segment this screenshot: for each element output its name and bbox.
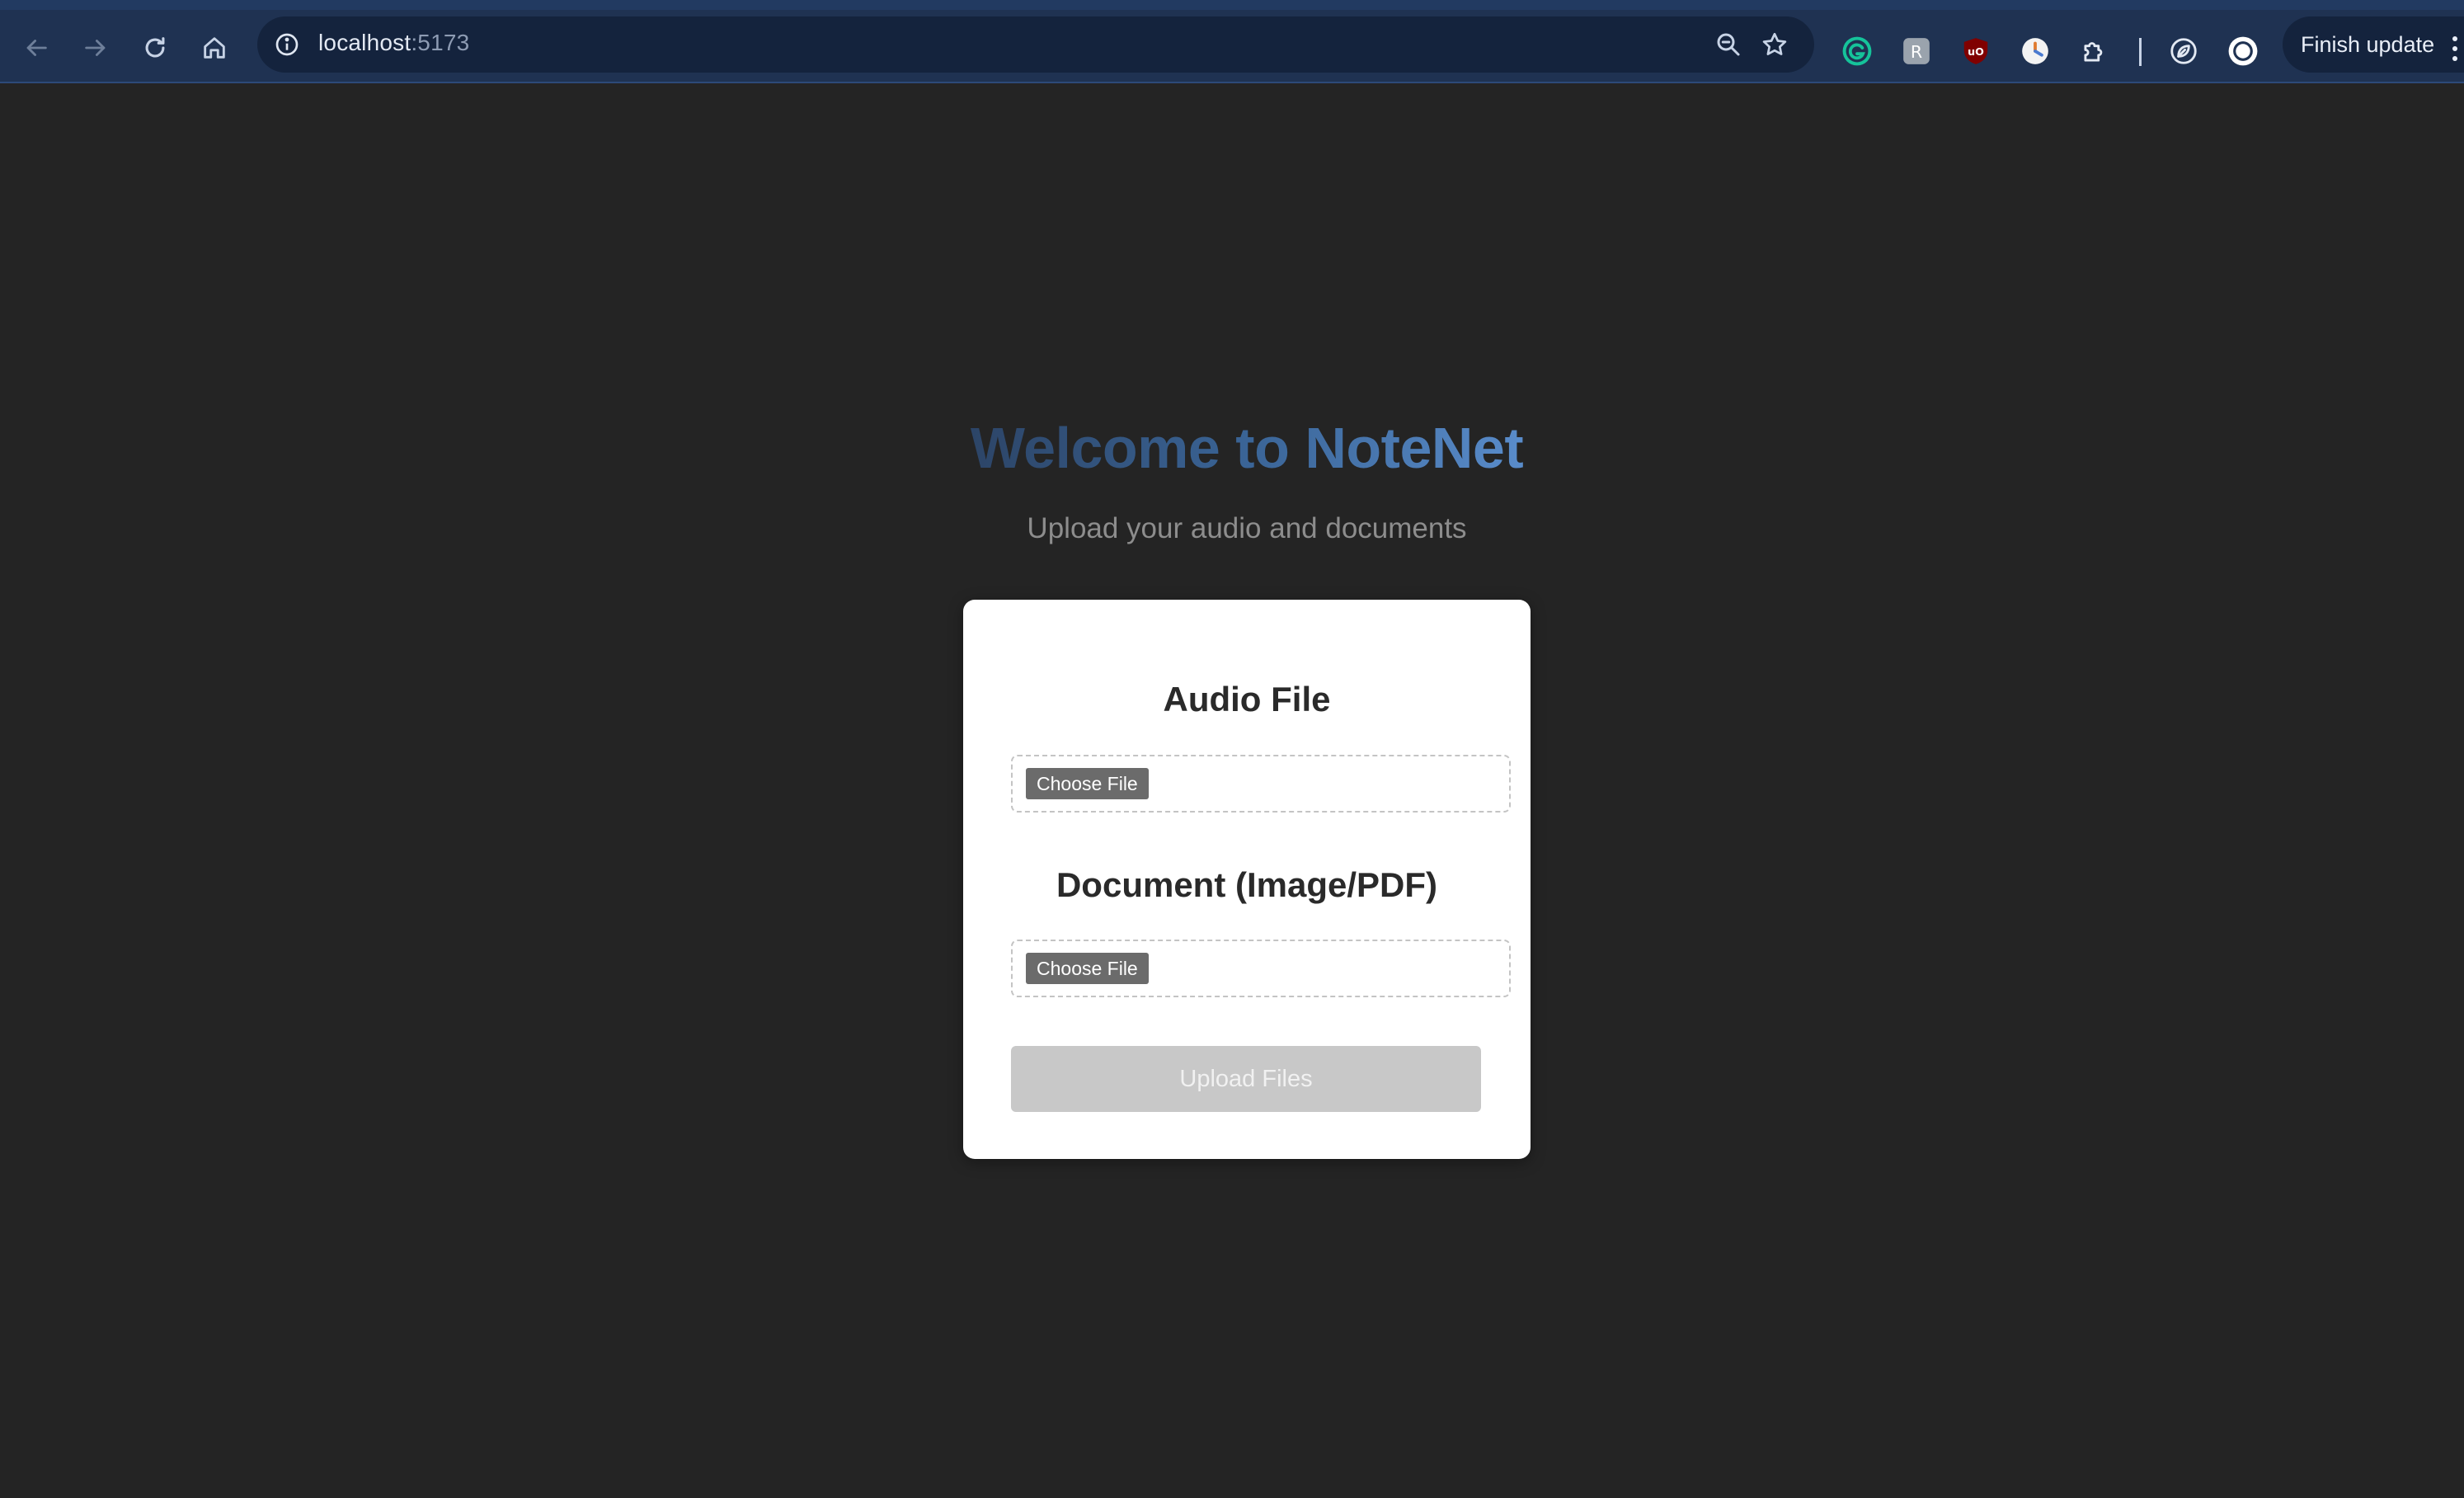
clock-extension[interactable] — [2019, 35, 2052, 68]
audio-choose-file-button[interactable]: Choose File — [1026, 768, 1149, 799]
address-bar[interactable]: localhost:5173 — [257, 16, 1814, 73]
grammarly-icon — [1842, 36, 1872, 66]
document-file-input[interactable]: Choose File — [1011, 940, 1511, 997]
home-icon — [204, 37, 225, 59]
url-port: :5173 — [411, 30, 470, 55]
arrow-left-icon — [26, 40, 47, 56]
page-subtitle: Upload your audio and documents — [1027, 512, 1467, 544]
puzzle-icon — [2084, 42, 2103, 62]
r-extension[interactable]: R — [1900, 35, 1933, 68]
info-icon[interactable] — [274, 31, 300, 58]
audio-file-input[interactable]: Choose File — [1011, 755, 1511, 813]
ublock-extension[interactable]: uO — [1959, 35, 1992, 68]
upload-form-card: Audio File Choose File Document (Image/P… — [963, 600, 1531, 1159]
url-host: localhost — [318, 30, 411, 55]
url-text[interactable]: localhost:5173 — [318, 30, 469, 56]
svg-text:R: R — [1911, 42, 1922, 62]
extension-r-icon: R — [1903, 38, 1930, 64]
profile-button[interactable] — [2227, 35, 2259, 68]
arrow-right-icon — [85, 40, 106, 56]
extensions-button[interactable] — [2078, 35, 2111, 68]
reload-button[interactable] — [132, 25, 178, 71]
page-title-wrap: Welcome to NoteNet — [963, 415, 1531, 481]
upload-files-button[interactable]: Upload Files — [1011, 1046, 1481, 1112]
star-icon[interactable] — [1760, 30, 1789, 59]
home-button[interactable] — [191, 25, 237, 71]
document-choose-file-button[interactable]: Choose File — [1026, 953, 1149, 984]
leaf-icon — [2170, 38, 2197, 64]
browser-toolbar: localhost:5173 R uO Finish update — [0, 0, 2464, 83]
finish-update-button[interactable]: Finish update — [2283, 16, 2464, 73]
svg-text:uO: uO — [1968, 45, 1984, 58]
toolbar-divider — [2139, 38, 2142, 66]
document-file-heading: Document (Image/PDF) — [1056, 865, 1438, 904]
back-button[interactable] — [13, 25, 59, 71]
zoom-icon[interactable] — [1714, 30, 1743, 59]
reload-icon — [145, 37, 165, 58]
forward-button[interactable] — [73, 25, 119, 71]
leaf-extension[interactable] — [2167, 35, 2200, 68]
profile-avatar-icon — [2228, 36, 2258, 66]
audio-file-heading: Audio File — [1163, 680, 1331, 718]
page-title: Welcome to NoteNet — [963, 415, 1531, 481]
clock-icon — [2022, 38, 2048, 64]
kebab-menu-icon[interactable] — [2451, 36, 2459, 69]
ublock-icon: uO — [1963, 38, 1988, 64]
grammarly-extension[interactable] — [1841, 35, 1874, 68]
app-page: Welcome to NoteNet Upload your audio and… — [0, 83, 2464, 1498]
